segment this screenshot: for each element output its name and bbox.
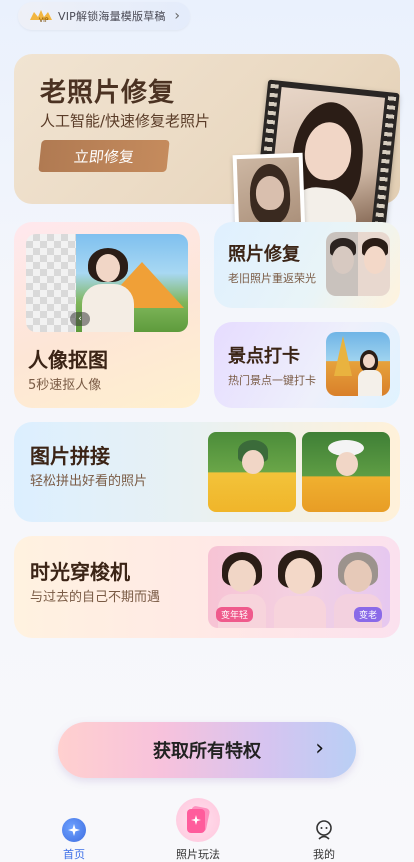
scenic-checkin-card[interactable]: 景点打卡 热门景点一键打卡 <box>214 322 400 408</box>
chevron-left-icon[interactable]: ‹ <box>70 312 90 326</box>
chevron-right-icon: › <box>315 736 324 761</box>
photo-play-icon <box>176 798 220 842</box>
portrait-cutout-image: ‹ <box>26 234 188 332</box>
tab-mine[interactable]: 我的 <box>312 818 336 862</box>
repair-now-button[interactable]: 立即修复 <box>38 140 170 172</box>
tab-photo-play-label: 照片玩法 <box>176 848 220 861</box>
time-machine-subtitle: 与过去的自己不期而遇 <box>30 590 161 605</box>
older-badge: 变老 <box>353 607 382 622</box>
portrait-cutout-title: 人像抠图 <box>28 348 108 372</box>
collage-image-right <box>302 432 390 512</box>
collage-image-left <box>208 432 296 512</box>
portrait-cutout-card[interactable]: ‹ 人像抠图 5秒速抠人像 <box>14 222 200 408</box>
younger-badge: 变年轻 <box>216 607 254 622</box>
bottom-tab-bar: 首页 照片玩法 我的 <box>0 792 414 862</box>
scenic-checkin-subtitle: 热门景点一键打卡 <box>228 374 316 387</box>
vip-badge-text: VIP <box>39 17 49 24</box>
vip-banner[interactable]: VIP VIP解锁海量模版草稿 › <box>18 2 190 30</box>
time-machine-image: 变年轻 变老 <box>208 546 390 628</box>
collage-title: 图片拼接 <box>30 444 110 468</box>
chevron-right-icon: › <box>174 8 180 24</box>
time-machine-title: 时光穿梭机 <box>30 560 130 584</box>
vip-banner-label: VIP解锁海量模版草稿 <box>58 10 166 23</box>
photo-repair-title: 照片修复 <box>228 244 300 265</box>
collage-subtitle: 轻松拼出好看的照片 <box>30 474 148 489</box>
scenic-checkin-image <box>326 332 390 396</box>
time-machine-card[interactable]: 时光穿梭机 与过去的自己不期而遇 变年轻 变老 <box>14 536 400 638</box>
hero-title: 老照片修复 <box>40 78 176 108</box>
tab-home-label: 首页 <box>63 848 85 861</box>
privilege-label: 获取所有特权 <box>153 741 261 762</box>
get-all-privileges-button[interactable]: 获取所有特权 › <box>58 722 356 778</box>
profile-icon <box>312 818 336 842</box>
tab-mine-label: 我的 <box>313 848 335 861</box>
portrait-cutout-subtitle: 5秒速抠人像 <box>28 378 102 393</box>
home-star-icon <box>62 818 86 842</box>
old-photo-repair-banner[interactable]: 老照片修复 人工智能/快速修复老照片 立即修复 <box>14 54 400 245</box>
hero-subtitle: 人工智能/快速修复老照片 <box>40 112 211 130</box>
photo-repair-card[interactable]: 照片修复 老旧照片重返荣光 <box>214 222 400 308</box>
tab-photo-play[interactable]: 照片玩法 <box>176 798 220 862</box>
photo-repair-image <box>326 232 390 296</box>
vip-crown-icon: VIP <box>30 10 52 24</box>
tab-home[interactable]: 首页 <box>62 818 86 862</box>
scenic-checkin-title: 景点打卡 <box>228 346 300 367</box>
photo-repair-subtitle: 老旧照片重返荣光 <box>228 272 316 285</box>
image-collage-card[interactable]: 图片拼接 轻松拼出好看的照片 <box>14 422 400 522</box>
